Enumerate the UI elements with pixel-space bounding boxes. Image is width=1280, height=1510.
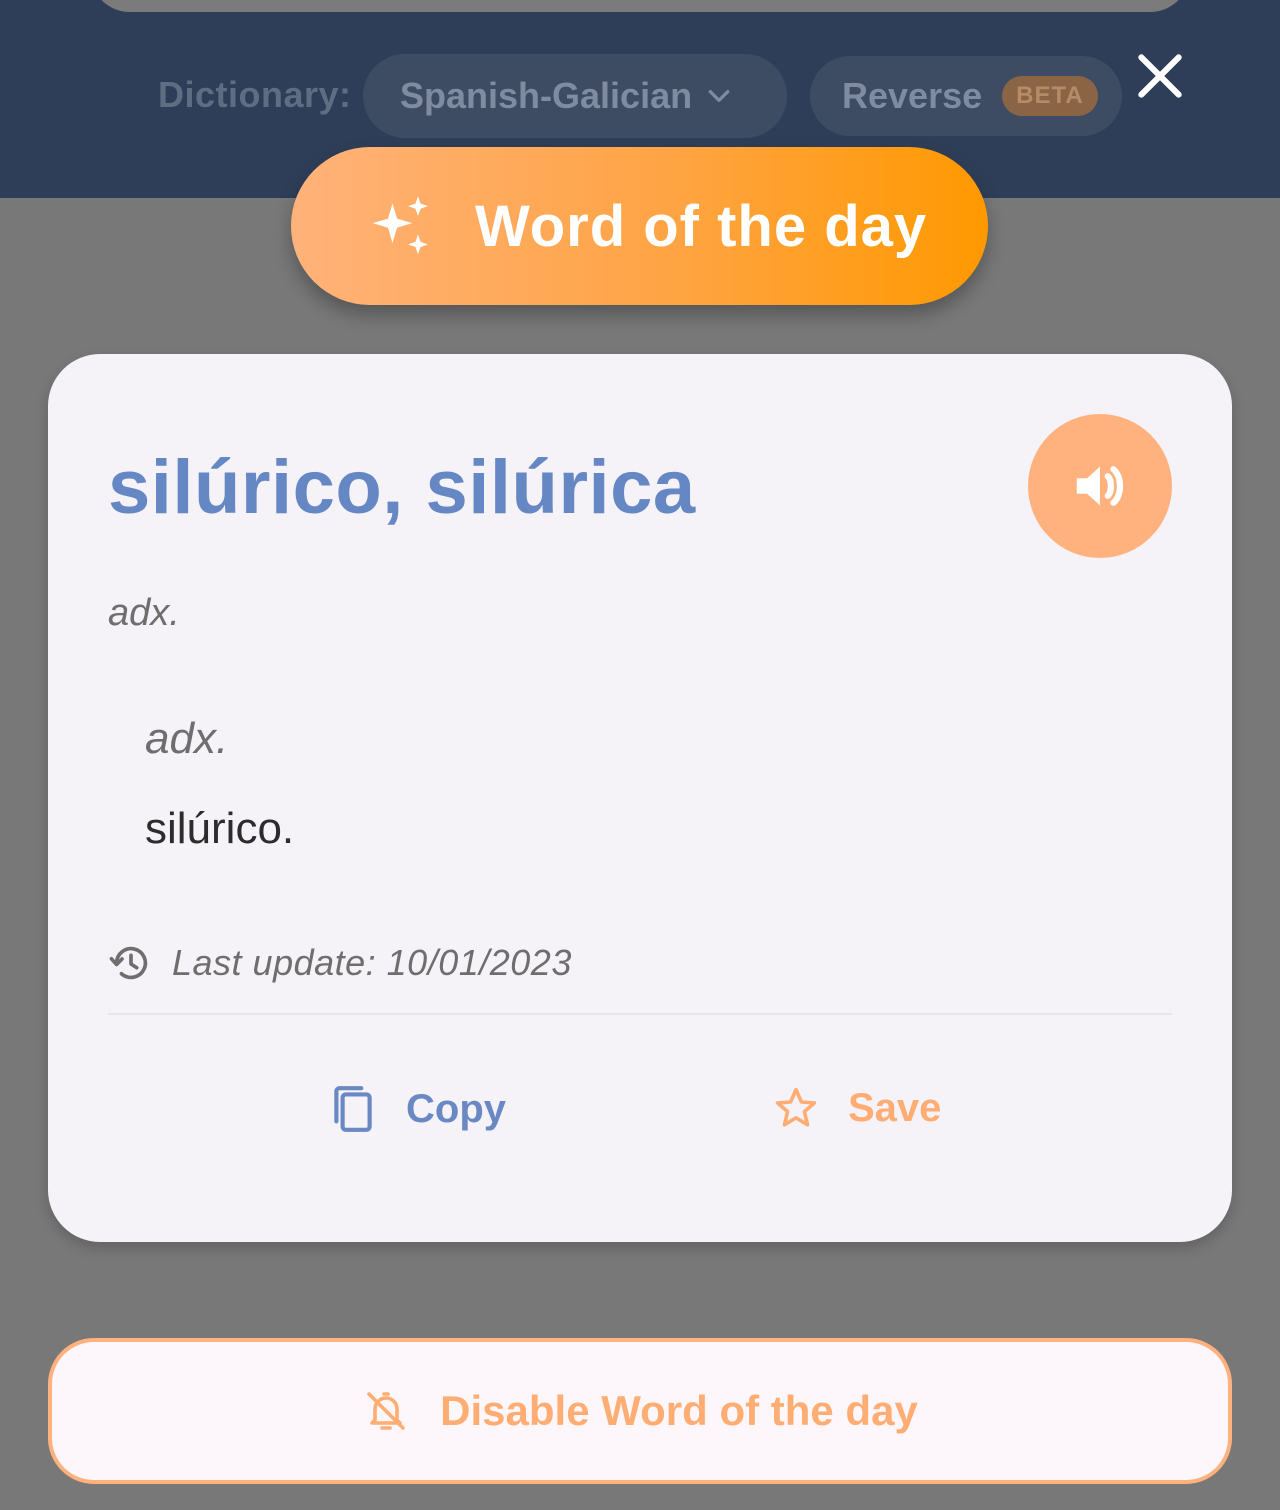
banner-title: Word of the day <box>475 193 928 259</box>
disable-label: Disable Word of the day <box>440 1387 918 1434</box>
dictionary-selector[interactable]: Spanish-Galician <box>363 54 787 138</box>
sense-part-of-speech: adx. <box>145 714 229 763</box>
close-icon <box>1138 54 1182 98</box>
copy-icon <box>334 1086 372 1132</box>
sense-definition: silúrico. <box>145 804 295 853</box>
last-update-row: Last update: 10/01/2023 <box>108 940 572 986</box>
headword: silúrico, silúrica <box>108 445 696 530</box>
speaker-icon <box>1076 466 1124 506</box>
star-icon <box>775 1087 817 1127</box>
beta-badge: BETA <box>1002 76 1098 116</box>
dictionary-label: Dictionary: <box>158 74 352 115</box>
sparkles-icon <box>372 196 428 255</box>
word-of-the-day-screen: Dictionary: Spanish-Galician Reverse BET… <box>0 0 1280 1510</box>
copy-label: Copy <box>406 1086 506 1131</box>
part-of-speech: adx. <box>108 592 180 634</box>
save-label: Save <box>848 1085 942 1130</box>
bell-off-icon <box>367 1392 405 1430</box>
pronounce-button[interactable] <box>1028 414 1172 558</box>
word-card: silúrico, silúrica adx. adx. silúrico. L… <box>48 354 1232 1242</box>
save-button[interactable]: Save <box>772 1084 941 1132</box>
search-bar <box>90 0 1190 12</box>
card-divider <box>108 1013 1172 1015</box>
history-icon <box>109 946 148 980</box>
close-button[interactable] <box>1130 46 1190 106</box>
reverse-label: Reverse <box>842 75 983 116</box>
copy-button[interactable]: Copy <box>328 1082 506 1136</box>
chevron-down-icon <box>708 90 730 102</box>
dictionary-selected-value: Spanish-Galician <box>400 75 693 116</box>
word-of-the-day-banner: Word of the day <box>291 147 988 305</box>
reverse-toggle[interactable]: Reverse BETA <box>810 56 1122 136</box>
last-update-text: Last update: 10/01/2023 <box>172 942 572 983</box>
disable-word-of-the-day-button[interactable]: Disable Word of the day <box>48 1338 1232 1484</box>
